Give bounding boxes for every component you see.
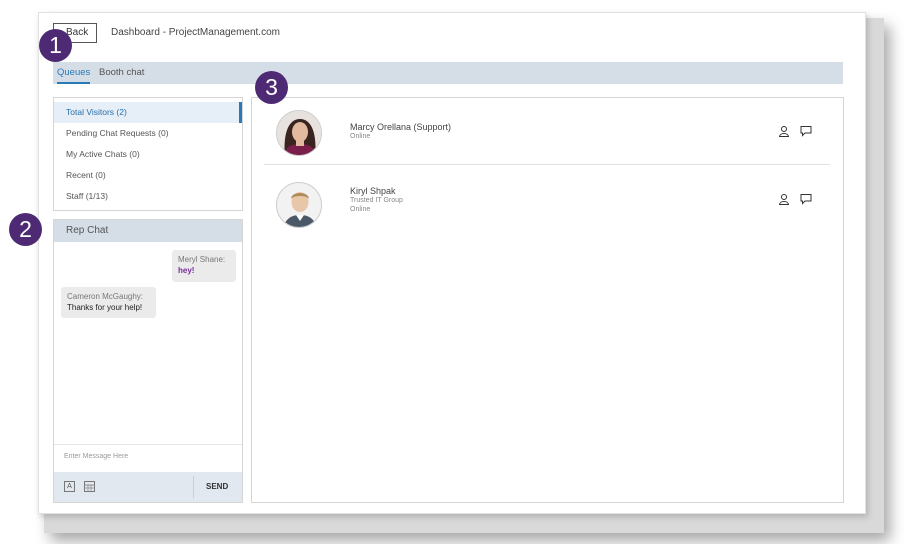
visitor-status: Online: [350, 206, 371, 213]
toolbar-divider: [193, 476, 194, 498]
visitor-group: Trusted IT Group: [350, 197, 403, 204]
message-input[interactable]: Enter Message Here: [54, 444, 242, 472]
visitor-row[interactable]: Marcy Orellana (Support) Online: [264, 98, 830, 165]
message-text: Thanks for your help!: [67, 303, 143, 312]
queue-item-staff[interactable]: Staff (1/13): [54, 186, 242, 207]
queue-item-recent[interactable]: Recent (0): [54, 165, 242, 186]
text-format-icon[interactable]: A: [64, 481, 75, 492]
queue-item-total-visitors[interactable]: Total Visitors (2): [54, 102, 242, 123]
message-sender: Cameron McGaughy:: [67, 292, 144, 301]
chat-icon[interactable]: [800, 192, 812, 205]
person-icon[interactable]: [778, 192, 790, 205]
visitor-row[interactable]: Kiryl Shpak Trusted IT Group Online: [264, 170, 830, 236]
visitor-list: Marcy Orellana (Support) Online Kiryl Sh…: [251, 97, 844, 503]
avatar: [276, 182, 322, 228]
tab-bar: Queues Booth chat: [53, 62, 843, 84]
callout-badge: 2: [9, 213, 42, 246]
tab-queues[interactable]: Queues: [57, 62, 91, 84]
callout-badge: 1: [39, 29, 72, 62]
visitor-status: Online: [350, 133, 371, 140]
page-title: Dashboard - ProjectManagement.com: [111, 27, 280, 38]
queue-list: Total Visitors (2) Pending Chat Requests…: [53, 97, 243, 211]
queue-item-pending-chat-requests[interactable]: Pending Chat Requests (0): [54, 123, 242, 144]
rep-chat-panel: Rep Chat Meryl Shane: hey! Cameron McGau…: [53, 219, 243, 503]
visitor-name: Kiryl Shpak: [350, 186, 396, 196]
rep-chat-title: Rep Chat: [54, 220, 242, 242]
visitor-name: Marcy Orellana (Support): [350, 122, 452, 132]
tab-booth-chat[interactable]: Booth chat: [99, 62, 144, 84]
chat-message: Meryl Shane: hey!: [172, 250, 236, 282]
chat-message: Cameron McGaughy: Thanks for your help!: [61, 287, 156, 318]
callout-badge: 3: [255, 71, 288, 104]
person-icon[interactable]: [778, 124, 790, 137]
queue-item-my-active-chats[interactable]: My Active Chats (0): [54, 144, 242, 165]
chat-icon[interactable]: [800, 124, 812, 137]
message-sender: Meryl Shane:: [178, 255, 226, 264]
app-window: Back Dashboard - ProjectManagement.com Q…: [38, 12, 866, 514]
message-text: hey!: [178, 266, 195, 275]
calendar-icon[interactable]: [84, 481, 95, 492]
send-button[interactable]: SEND: [206, 482, 228, 491]
avatar: [276, 110, 322, 156]
chat-toolbar: A SEND: [54, 472, 242, 502]
